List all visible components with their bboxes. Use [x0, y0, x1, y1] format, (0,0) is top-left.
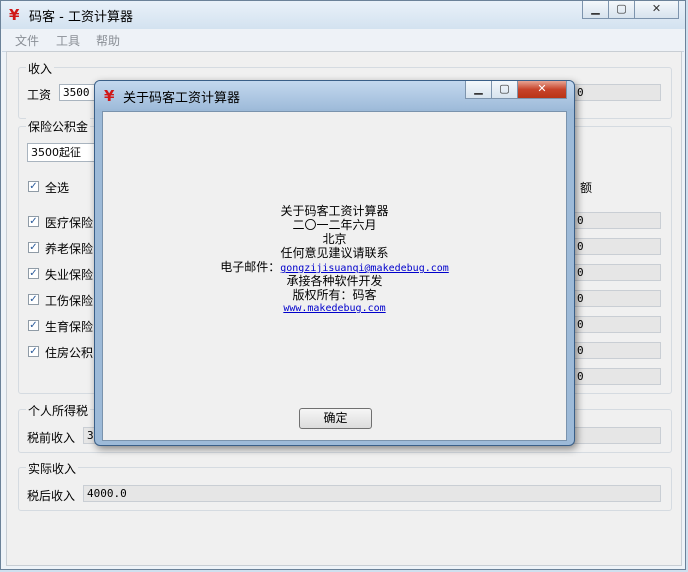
yen-dialog-icon: ¥ [104, 87, 115, 105]
pension-label: 养老保险 [45, 242, 94, 256]
menubar: 文件 工具 帮助 [2, 29, 684, 52]
maternity-label: 生育保险 [45, 320, 94, 334]
insurance-group-title: 保险公积金 [26, 118, 91, 135]
unemployment-amount: 0 [573, 264, 661, 281]
maternity-amount: 0 [573, 316, 661, 333]
maximize-icon: ▢ [499, 82, 510, 95]
medical-checkbox[interactable]: ✓ [28, 216, 39, 227]
maternity-checkbox[interactable]: ✓ [28, 320, 39, 331]
medical-amount: 0 [573, 212, 661, 229]
medical-label: 医疗保险 [45, 216, 94, 230]
housing-fund-amount: 0 [573, 342, 661, 359]
about-website-row: www.makedebug.com [103, 300, 566, 314]
injury-amount: 0 [573, 290, 661, 307]
ok-button[interactable]: 确定 [299, 408, 372, 429]
injury-checkbox[interactable]: ✓ [28, 294, 39, 305]
close-button[interactable]: ✕ [634, 1, 679, 19]
dialog-title: 关于码客工资计算器 [123, 91, 241, 106]
select-all-label: 全选 [45, 181, 70, 195]
amount-header: 额 [580, 181, 593, 195]
maximize-icon: ▢ [616, 2, 627, 15]
housing-fund-checkbox[interactable]: ✓ [28, 346, 39, 357]
close-icon: ✕ [651, 2, 662, 15]
pension-checkbox[interactable]: ✓ [28, 242, 39, 253]
pension-amount: 0 [573, 238, 661, 255]
salary-right-field: 0 [573, 84, 661, 101]
about-dialog: ¥ 关于码客工资计算器 ▁ ▢ ✕ 关于码客工资计算器 二〇一二年六月 北京 任… [94, 80, 575, 446]
injury-label: 工伤保险 [45, 294, 94, 308]
main-titlebar[interactable]: ¥ 码客 - 工资计算器 ▁ ▢ ✕ [1, 1, 685, 29]
pretax-label: 税前收入 [27, 431, 76, 445]
housing-fund-label: 住房公积 [45, 346, 94, 360]
dialog-maximize-button[interactable]: ▢ [491, 81, 518, 99]
minimize-button[interactable]: ▁ [582, 1, 609, 19]
minimize-icon: ▁ [591, 2, 600, 15]
dialog-close-button[interactable]: ✕ [517, 81, 567, 99]
dialog-body: 关于码客工资计算器 二〇一二年六月 北京 任何意见建议请联系 电子邮件：gong… [102, 111, 567, 441]
unemployment-checkbox[interactable]: ✓ [28, 268, 39, 279]
aftertax-label: 税后收入 [27, 489, 76, 503]
unemployment-label: 失业保险 [45, 268, 94, 282]
actual-income-group-title: 实际收入 [26, 460, 79, 477]
salary-label: 工资 [27, 88, 52, 102]
minimize-icon: ▁ [474, 82, 483, 95]
website-link[interactable]: www.makedebug.com [283, 303, 385, 314]
menu-help[interactable]: 帮助 [96, 32, 120, 49]
window-title: 码客 - 工资计算器 [29, 10, 133, 25]
close-icon: ✕ [537, 82, 547, 95]
aftertax-income-field: 4000.0 [83, 485, 661, 502]
menu-tools[interactable]: 工具 [56, 32, 80, 49]
tax-group-title: 个人所得税 [26, 402, 91, 419]
menu-file[interactable]: 文件 [15, 32, 39, 49]
income-group-title: 收入 [26, 60, 55, 77]
dialog-titlebar[interactable]: ¥ 关于码客工资计算器 ▁ ▢ ✕ [95, 81, 574, 109]
insurance-total-amount: 0 [573, 368, 661, 385]
yen-app-icon: ¥ [9, 6, 20, 24]
select-all-checkbox[interactable]: ✓ [28, 181, 39, 192]
dialog-minimize-button[interactable]: ▁ [465, 81, 492, 99]
maximize-button[interactable]: ▢ [608, 1, 635, 19]
